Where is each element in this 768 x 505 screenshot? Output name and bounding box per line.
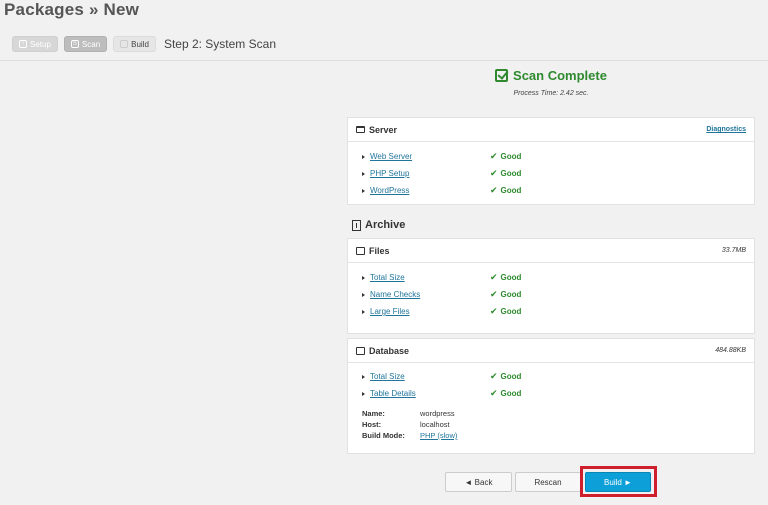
- check-icon: ✔: [490, 306, 498, 316]
- check-row: Name Checks ✔ Good: [362, 286, 754, 303]
- build-mode-label: Build Mode:: [362, 431, 405, 440]
- server-icon: [356, 126, 365, 133]
- build-mode-link[interactable]: PHP (slow): [420, 431, 457, 440]
- check-status: Good: [500, 389, 522, 398]
- check-icon: ✔: [490, 388, 498, 398]
- rescan-button[interactable]: Rescan: [515, 472, 581, 492]
- process-time: Process Time: 2.42 sec.: [513, 90, 589, 97]
- files-size: 33.7MB: [721, 247, 746, 254]
- files-panel-header: Files 33.7MB: [348, 239, 754, 263]
- check-row: Large Files ✔ Good: [362, 303, 754, 320]
- check-row: Web Server ✔ Good: [362, 148, 754, 165]
- files-panel: Files 33.7MB Total Size ✔ Good Name Check…: [347, 238, 755, 334]
- step-build[interactable]: Build: [113, 36, 156, 52]
- step-title: Step 2: System Scan: [163, 37, 276, 51]
- check-status: Good: [500, 290, 522, 299]
- check-icon: ✔: [490, 168, 498, 178]
- step-setup[interactable]: ↑ Setup: [12, 36, 58, 52]
- scan-complete-header: Scan Complete Process Time: 2.42 sec.: [347, 68, 755, 97]
- check-status: Good: [500, 186, 522, 195]
- check-row: WordPress ✔ Good: [362, 182, 754, 199]
- database-panel-header: Database 484.88KB: [348, 339, 754, 363]
- archive-title-text: Archive: [365, 219, 406, 231]
- database-size: 484.88KB: [715, 347, 746, 354]
- scan-title-text: Scan Complete: [513, 68, 607, 83]
- check-php-setup-link[interactable]: PHP Setup: [370, 169, 490, 178]
- build-button-highlight: [580, 466, 657, 497]
- database-panel: Database 484.88KB Total Size ✔ Good Table…: [347, 338, 755, 454]
- step-indicator: ↑ Setup S Scan Build Step 2: System Scan: [12, 36, 276, 52]
- db-host-value: localhost: [420, 420, 450, 429]
- scan-title: Scan Complete: [495, 68, 607, 83]
- caret-right-icon[interactable]: [362, 188, 365, 193]
- check-total-size-link[interactable]: Total Size: [370, 273, 490, 282]
- check-status: Good: [500, 273, 522, 282]
- check-icon: ✔: [490, 289, 498, 299]
- database-title: Database: [369, 345, 410, 356]
- caret-right-icon[interactable]: [362, 292, 365, 297]
- check-status: Good: [500, 307, 522, 316]
- db-name-value: wordpress: [420, 409, 455, 418]
- check-icon: ✔: [490, 371, 498, 381]
- check-name-checks-link[interactable]: Name Checks: [370, 290, 490, 299]
- check-icon: ✔: [490, 151, 498, 161]
- check-status: Good: [500, 152, 522, 161]
- back-button[interactable]: ◄ Back: [445, 472, 512, 492]
- check-large-files-link[interactable]: Large Files: [370, 307, 490, 316]
- check-row: Total Size ✔ Good: [362, 368, 754, 385]
- check-row: PHP Setup ✔ Good: [362, 165, 754, 182]
- build-icon: [120, 40, 129, 48]
- server-title: Server: [369, 124, 398, 135]
- scan-icon: S: [70, 40, 79, 48]
- check-wordpress-link[interactable]: WordPress: [370, 186, 490, 195]
- caret-right-icon[interactable]: [362, 275, 365, 280]
- caret-right-icon[interactable]: [362, 171, 365, 176]
- check-table-details-link[interactable]: Table Details: [370, 389, 490, 398]
- page-title: Packages » New: [4, 0, 140, 19]
- caret-right-icon[interactable]: [362, 374, 365, 379]
- archive-icon: [352, 219, 361, 231]
- server-panel: Server Diagnostics Web Server ✔ Good PHP …: [347, 117, 755, 205]
- step-scan[interactable]: S Scan: [63, 36, 108, 52]
- check-web-server-link[interactable]: Web Server: [370, 152, 490, 161]
- checkbox-checked-icon: [495, 69, 509, 82]
- check-icon: ✔: [490, 185, 498, 195]
- check-icon: ✔: [490, 272, 498, 282]
- archive-title: Archive: [352, 219, 405, 231]
- db-host-label: Host:: [362, 420, 382, 429]
- files-title: Files: [369, 245, 390, 256]
- caret-right-icon[interactable]: [362, 309, 365, 314]
- header-divider: [0, 60, 768, 61]
- copy-icon: [356, 246, 365, 255]
- step-scan-label: Scan: [81, 39, 101, 49]
- table-icon: [356, 346, 365, 355]
- server-panel-header: Server Diagnostics: [348, 118, 754, 142]
- check-status: Good: [500, 169, 522, 178]
- db-name-label: Name:: [362, 409, 385, 418]
- database-info: Name: wordpress Host: localhost Build Mo…: [348, 402, 754, 441]
- setup-icon: ↑: [19, 40, 27, 48]
- check-db-total-size-link[interactable]: Total Size: [370, 372, 490, 381]
- step-build-label: Build: [131, 39, 149, 49]
- diagnostics-link[interactable]: Diagnostics: [706, 126, 746, 133]
- step-setup-label: Setup: [30, 39, 51, 49]
- caret-right-icon[interactable]: [362, 154, 365, 159]
- check-status: Good: [500, 372, 522, 381]
- caret-right-icon[interactable]: [362, 391, 365, 396]
- check-row: Total Size ✔ Good: [362, 269, 754, 286]
- check-row: Table Details ✔ Good: [362, 385, 754, 402]
